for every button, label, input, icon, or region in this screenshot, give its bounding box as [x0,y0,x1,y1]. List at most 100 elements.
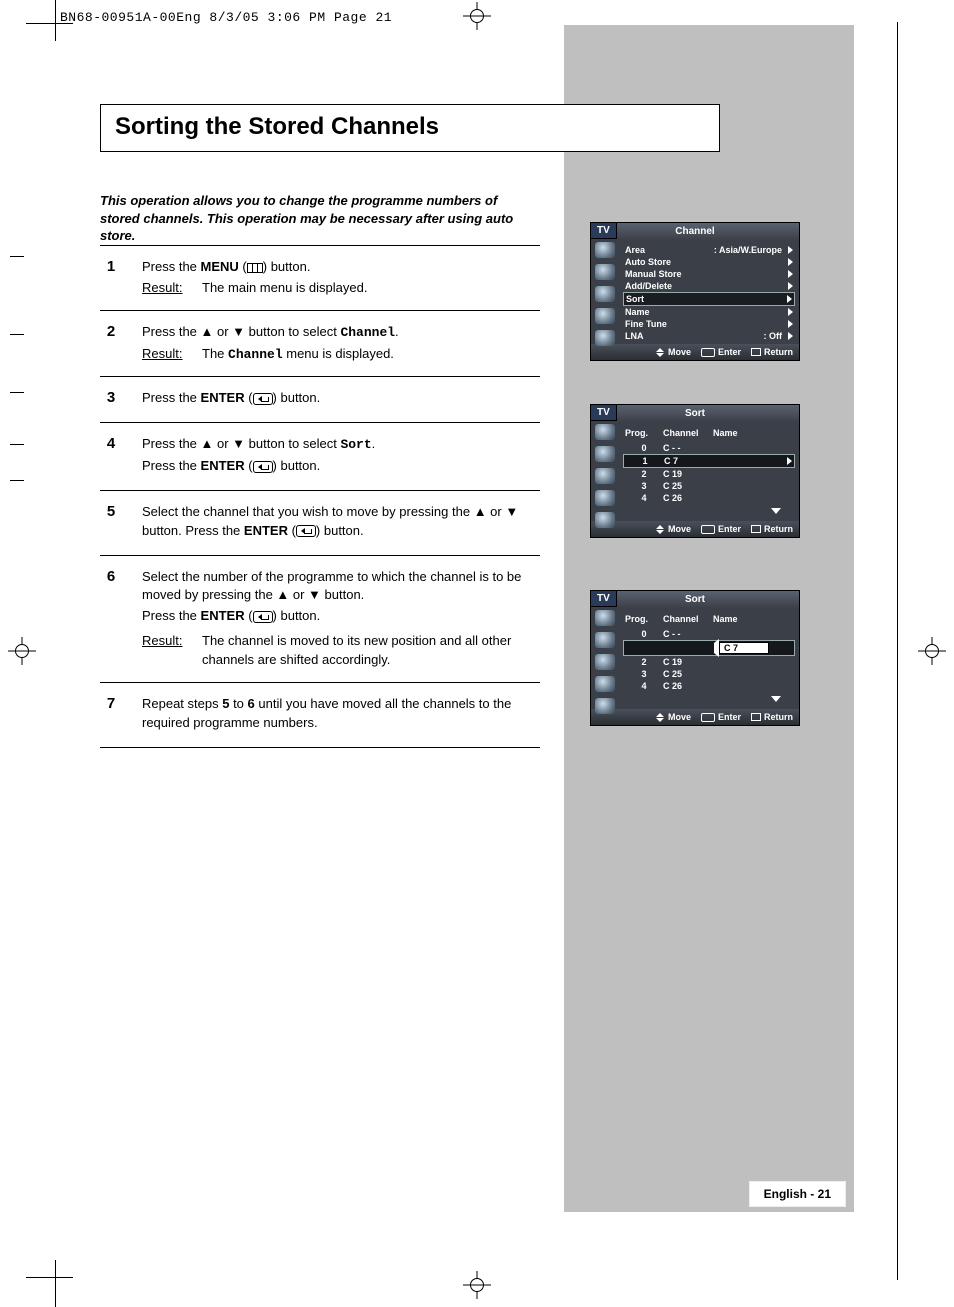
page-footer: English - 21 [749,1181,846,1207]
registration-mark-bottom [463,1271,491,1299]
osd-sort-row[interactable]: 2C 19 [625,656,793,668]
page-title: Sorting the Stored Channels [115,113,705,141]
osd-sort-row[interactable]: 0C - - [625,442,793,454]
crop-rule-right [897,22,898,1280]
result-text: The main menu is displayed. [202,279,540,298]
step-2: 2 Press the ▲ or ▼ button to select Chan… [100,310,540,377]
menu-icon [247,263,263,273]
osd-tv-tab: TV [590,404,617,421]
step-number: 6 [100,568,122,670]
return-icon [751,713,761,721]
osd-sort-row[interactable]: 4C 26 [625,492,793,504]
osd-icon [595,654,615,670]
enter-icon [701,525,715,534]
osd-sort-header: Prog.ChannelName [625,426,793,442]
trim-tick [10,480,24,481]
osd-tv-tab: TV [590,590,617,607]
osd-channel-menu: TV Channel Area: Asia/W.EuropeAuto Store… [590,222,800,361]
osd-sort-select: TV Sort Prog.ChannelName 0C - -1C 72C 19… [590,404,800,538]
step-5: 5 Select the channel that you wish to mo… [100,490,540,555]
osd-menu-item[interactable]: LNA: Off [625,330,793,342]
updown-icon [655,525,665,534]
step-number: 1 [100,258,122,298]
osd-sort-row[interactable]: 3C 25 [625,668,793,680]
step-1: 1 Press the MENU () button. Result: The … [100,245,540,310]
step-6: 6 Select the number of the programme to … [100,555,540,682]
osd-sort-row[interactable]: 0C - - [625,628,793,640]
osd-menu-item[interactable]: Fine Tune [625,318,793,330]
step-number: 7 [100,695,122,735]
return-icon [751,348,761,356]
trim-tick [10,444,24,445]
return-icon [751,525,761,533]
page-title-box: Sorting the Stored Channels [100,104,720,152]
enter-icon [253,393,273,405]
osd-sort-row[interactable]: C 7 [623,640,795,656]
enter-icon [253,611,273,623]
osd-content: Prog.ChannelName 0C - -1C 72C 193C 254C … [621,422,799,521]
enter-icon [701,713,715,722]
step-text: Press the ENTER () button. [142,389,540,408]
chevron-right-icon [787,295,792,303]
osd-title: Sort [591,591,799,608]
trim-tick [10,392,24,393]
result-label: Result: [142,632,192,670]
step-number: 5 [100,503,122,543]
osd-content: Prog.ChannelName 0C - - C 72C 193C 254C … [621,608,799,709]
osd-menu-item[interactable]: Name [625,306,793,318]
step-text: Press the ▲ or ▼ button to select Channe… [142,323,540,343]
osd-menu-item[interactable]: Manual Store [625,268,793,280]
osd-more-down-icon [625,504,793,519]
step-4: 4 Press the ▲ or ▼ button to select Sort… [100,422,540,490]
osd-edit-value[interactable]: C 7 [719,642,769,654]
osd-menu-item[interactable]: Area: Asia/W.Europe [625,244,793,256]
osd-more-down-icon [625,692,793,707]
steps-list: 1 Press the MENU () button. Result: The … [100,245,540,748]
osd-menu-item[interactable]: Sort [623,292,795,306]
enter-icon [296,525,316,537]
osd-icon [595,610,615,626]
step-number: 4 [100,435,122,478]
osd-side-icons [591,420,619,532]
step-number: 3 [100,389,122,410]
chevron-right-icon [788,270,793,278]
print-header-slug: BN68-00951A-00Eng 8/3/05 3:06 PM Page 21 [60,10,392,25]
osd-sort-row[interactable]: 2C 19 [625,468,793,480]
osd-icon [595,286,615,302]
osd-sort-row[interactable]: 1C 7 [623,454,795,468]
osd-icon [595,490,615,506]
chevron-right-icon [788,282,793,290]
osd-hints: Move Enter Return [591,344,799,360]
osd-icon [595,330,615,346]
osd-title: Sort [591,405,799,422]
registration-mark-left [8,637,36,665]
osd-icon [595,512,615,528]
result-text: The channel is moved to its new position… [202,632,540,670]
osd-icon [595,676,615,692]
updown-icon [655,713,665,722]
osd-title: Channel [591,223,799,240]
intro-text: This operation allows you to change the … [100,192,530,245]
chevron-right-icon [788,246,793,254]
osd-tv-tab: TV [590,222,617,239]
chevron-right-icon [787,457,792,465]
osd-icon [595,698,615,714]
osd-sort-row[interactable]: 3C 25 [625,480,793,492]
osd-menu-item[interactable]: Auto Store [625,256,793,268]
osd-hints: Move Enter Return [591,521,799,537]
updown-icon [655,348,665,357]
osd-icon [595,424,615,440]
osd-icon [595,632,615,648]
step-number: 2 [100,323,122,365]
enter-icon [253,461,273,473]
osd-menu-item[interactable]: Add/Delete [625,280,793,292]
enter-icon [701,348,715,357]
step-text: Repeat steps 5 to 6 until you have moved… [142,695,540,733]
osd-hints: Move Enter Return [591,709,799,725]
osd-icon [595,264,615,280]
step-text: Select the channel that you wish to move… [142,503,540,541]
osd-sort-row[interactable]: 4C 26 [625,680,793,692]
osd-icon [595,242,615,258]
result-label: Result: [142,345,192,365]
osd-icon [595,446,615,462]
